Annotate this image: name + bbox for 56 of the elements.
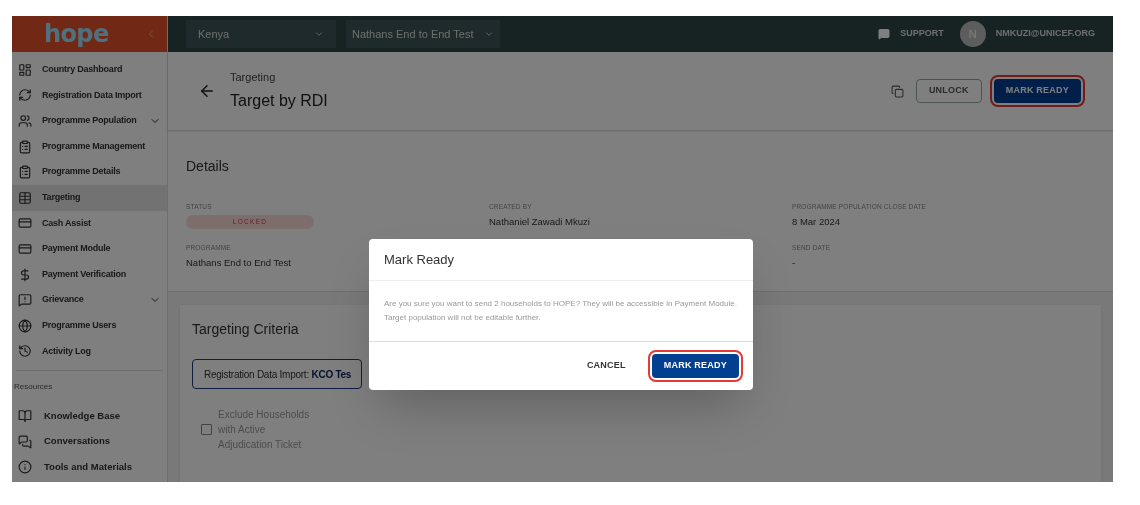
sidebar-item[interactable]: Conversations (12, 428, 167, 455)
programme-select[interactable]: Nathans End to End Test (346, 20, 500, 48)
sidebar-item[interactable]: Payment Module (12, 236, 167, 262)
field-value: Nathaniel Zawadi Mkuzi (489, 214, 590, 229)
clipboard-icon (18, 139, 32, 154)
clipboard-icon (18, 165, 32, 180)
people-icon (18, 114, 32, 128)
checkbox[interactable] (201, 424, 212, 435)
field-value: 8 Mar 2024 (792, 214, 841, 229)
dashboard-icon (18, 62, 32, 77)
support-link[interactable]: SUPPORT (900, 27, 944, 41)
globe-icon (18, 318, 32, 333)
sidebar-item[interactable]: Country Dashboard (12, 57, 167, 83)
book-icon (18, 408, 32, 423)
logo: hope (44, 22, 109, 46)
action-button[interactable]: UNLOCK (915, 79, 982, 103)
sidebar-item[interactable]: Registration Data Import (12, 82, 167, 109)
sidebar-item[interactable]: Knowledge Base (12, 403, 167, 429)
select-value: Kenya (198, 26, 230, 42)
history-icon (18, 344, 32, 359)
card-icon (18, 216, 32, 231)
dollar-icon (18, 267, 32, 282)
criterion-box: Registration Data Import: KCO Tes (192, 359, 362, 389)
select-value: Nathans End to End Test (352, 26, 474, 42)
card-icon (18, 241, 32, 256)
sidebar-item[interactable]: Programme Management (12, 133, 167, 160)
country-select[interactable]: Kenya (186, 20, 336, 48)
sidebar-item[interactable]: Programme Users (12, 312, 167, 339)
refresh-icon (18, 88, 32, 103)
section-title: Details (186, 158, 229, 174)
field-value: - (792, 255, 796, 270)
table-icon (18, 190, 32, 205)
copy-icon[interactable] (890, 84, 904, 98)
section-label: Resources (13, 381, 54, 394)
section-title: Targeting Criteria (192, 321, 299, 337)
back-icon[interactable] (198, 82, 216, 100)
dialog-message: Are you sure you want to send 2 households to HOPE? They will be accessible in Payment Module. Target population will not be editable further. (369, 281, 753, 342)
info-icon (18, 460, 32, 475)
cancel-button[interactable]: CANCEL (574, 354, 638, 378)
sidebar-item[interactable]: Grievance (12, 287, 167, 313)
sidebar-item[interactable]: Payment Verification (12, 261, 167, 288)
support-icon[interactable] (878, 28, 891, 40)
breadcrumb[interactable]: Targeting (230, 68, 328, 86)
page-title: Target by RDI (230, 91, 328, 112)
sidebar-item[interactable]: Activity Log (12, 338, 167, 365)
dropdown-icon (483, 29, 494, 39)
sidebar-item[interactable]: Programme Details (12, 159, 167, 185)
dialog-title: Mark Ready (369, 239, 753, 281)
sidebar-item[interactable]: Targeting (12, 184, 167, 211)
chat-icon (18, 434, 32, 449)
feedback-icon (18, 293, 32, 308)
sidebar-item[interactable]: Tools and Materials (12, 454, 167, 480)
field-value: Nathans End to End Test (186, 255, 291, 270)
user-email: NMKUZI@UNICEF.ORG (995, 27, 1095, 41)
sidebar-item[interactable]: Programme Population (12, 108, 167, 134)
dropdown-icon (314, 29, 324, 39)
